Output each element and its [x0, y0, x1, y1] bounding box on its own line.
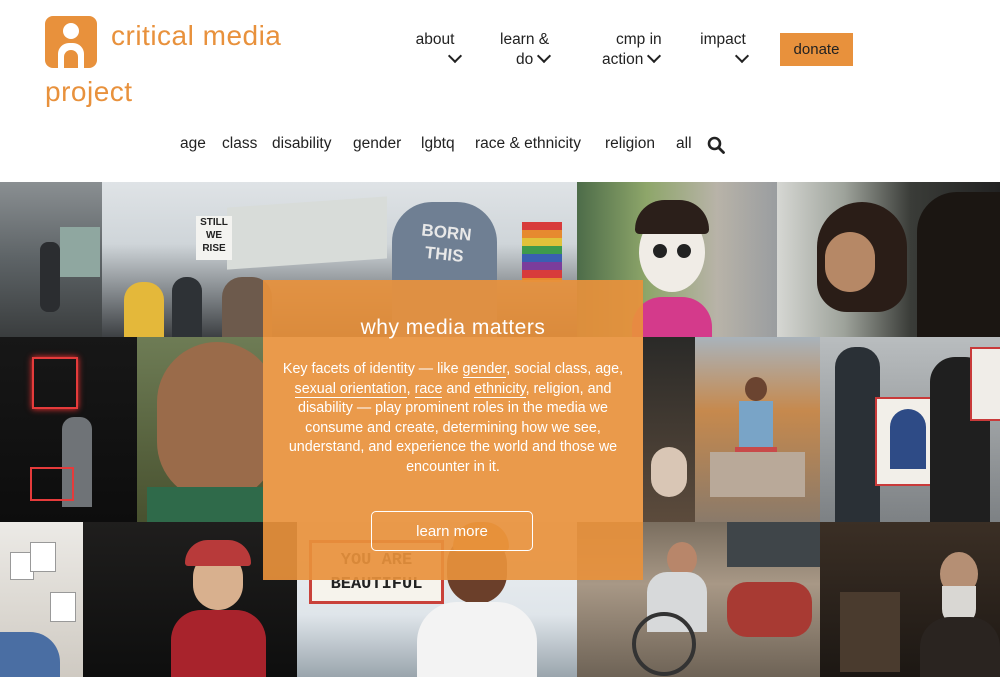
hero-description: Key facets of identity — like gender, so…	[277, 360, 629, 478]
nav-learn-label: learn &	[500, 31, 550, 48]
chevron-down-icon	[447, 48, 463, 64]
photo-neon	[0, 337, 137, 522]
category-age[interactable]: age	[180, 135, 206, 153]
photo-blacksmith	[820, 522, 1000, 677]
category-race-ethnicity[interactable]: race & ethnicity	[475, 135, 581, 153]
hero-text: , social class, age,	[506, 361, 624, 377]
photo-graduates	[643, 337, 695, 522]
nav-cmp-label: cmp in	[616, 31, 662, 48]
nav-impact[interactable]: impact	[699, 30, 750, 70]
hero-title: why media matters	[360, 316, 546, 339]
logo-icon[interactable]	[45, 16, 97, 68]
category-all[interactable]: all	[676, 135, 692, 153]
photo-polaroids	[0, 522, 83, 677]
hero-text: ,	[406, 380, 415, 397]
category-religion[interactable]: religion	[605, 135, 655, 153]
photo-girl-park	[695, 337, 820, 522]
nav-do-label: do	[516, 51, 534, 68]
nav-action-label: action	[602, 51, 644, 68]
jacket-text: BORN THIS	[420, 220, 473, 266]
link-sexual-orientation[interactable]: sexual orientation	[294, 380, 407, 398]
nav-about[interactable]: about	[410, 30, 463, 70]
nav-impact-label: impact	[700, 31, 746, 48]
chevron-down-icon	[734, 48, 750, 64]
photo-headband	[777, 182, 1000, 337]
photo-posters	[820, 337, 1000, 522]
chevron-down-icon	[647, 48, 662, 64]
category-disability[interactable]: disability	[272, 135, 331, 153]
chevron-down-icon	[537, 48, 552, 64]
category-lgbtq[interactable]: lgbtq	[421, 135, 455, 153]
search-icon[interactable]	[707, 136, 725, 154]
logo-text-2[interactable]: project	[45, 76, 133, 108]
photo-girl-portrait	[137, 337, 263, 522]
category-gender[interactable]: gender	[353, 135, 401, 153]
link-race[interactable]: race	[414, 380, 443, 398]
hero-text: Key facets of identity — like	[282, 361, 463, 377]
hero-panel: why media matters Key facets of identity…	[263, 280, 643, 580]
nav-about-label: about	[415, 31, 455, 48]
protest-sign: STILL WE RISE	[196, 216, 232, 260]
link-ethnicity[interactable]: ethnicity	[474, 380, 526, 398]
photo-street	[0, 182, 102, 337]
learn-more-button[interactable]: learn more	[371, 511, 533, 551]
donate-button[interactable]: donate	[780, 33, 853, 66]
nav-cmp-in-action[interactable]: cmp in action	[602, 30, 662, 70]
category-class[interactable]: class	[222, 135, 257, 153]
nav-learn-do[interactable]: learn & do	[500, 30, 552, 70]
logo-text[interactable]: critical media	[111, 20, 281, 52]
link-gender[interactable]: gender	[462, 361, 507, 378]
hero-text: and	[442, 380, 475, 397]
